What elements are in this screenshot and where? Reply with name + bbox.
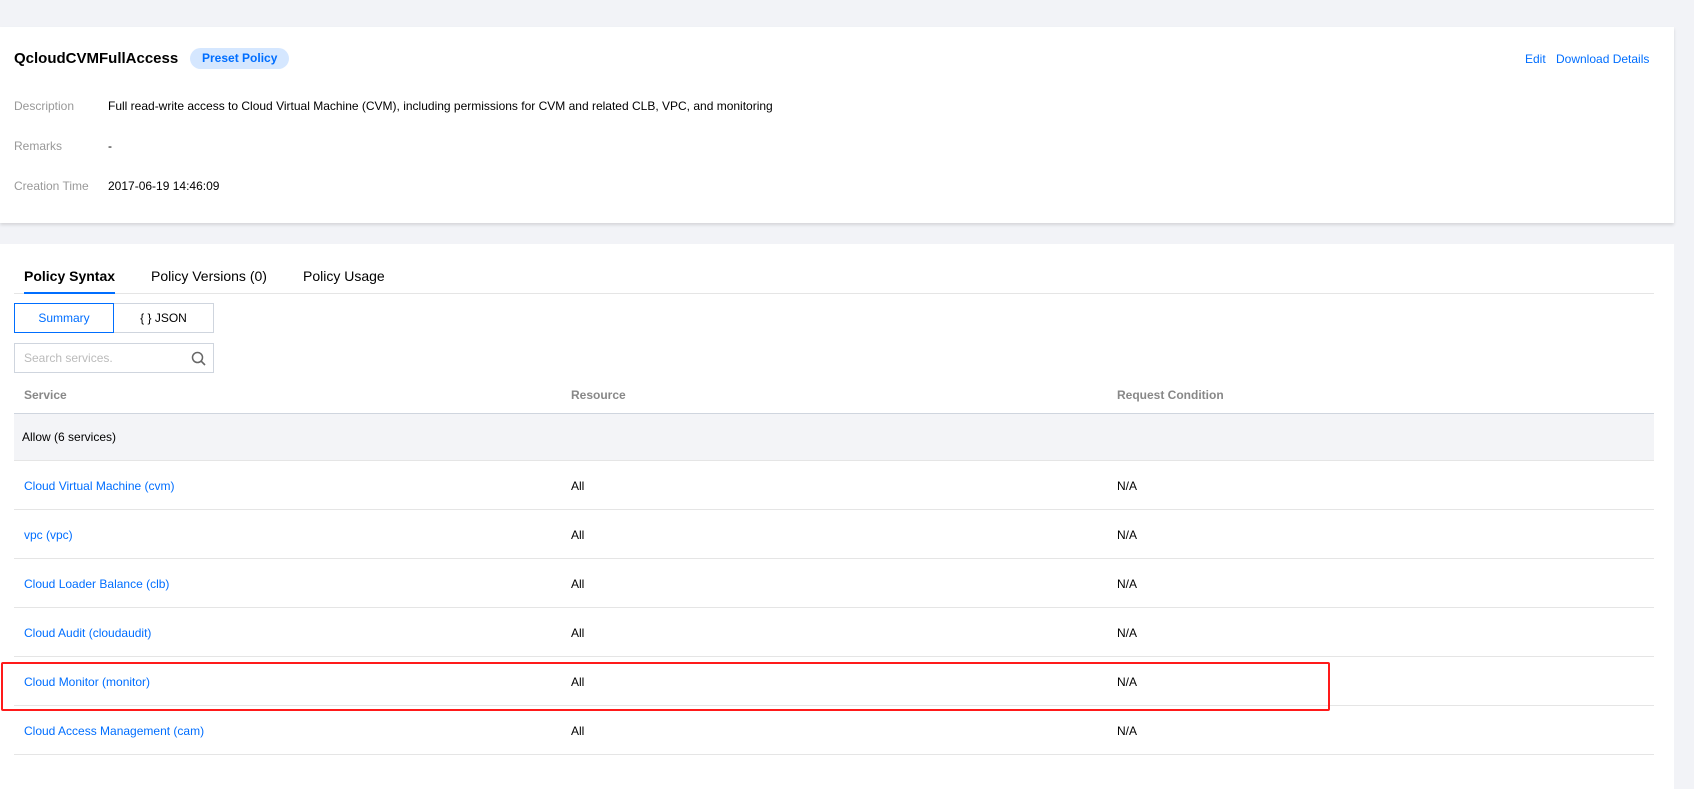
table-row: Cloud Audit (cloudaudit) All N/A: [14, 608, 1654, 657]
table-header: Service Resource Request Condition: [14, 380, 1654, 414]
column-request-condition: Request Condition: [1117, 388, 1224, 402]
view-toggle: Summary { } JSON: [14, 303, 214, 333]
table-row: Cloud Access Management (cam) All N/A: [14, 706, 1654, 755]
condition-cell: N/A: [1117, 626, 1138, 640]
search-input[interactable]: [15, 344, 175, 372]
policy-tabs: Policy Syntax Policy Versions (0) Policy…: [14, 268, 1654, 294]
service-link[interactable]: Cloud Virtual Machine (cvm): [24, 479, 175, 493]
tab-policy-syntax[interactable]: Policy Syntax: [24, 268, 116, 294]
condition-cell: N/A: [1117, 724, 1138, 738]
service-link[interactable]: Cloud Loader Balance (clb): [24, 577, 169, 591]
table-row: Cloud Virtual Machine (cvm) All N/A: [14, 461, 1654, 510]
table-row-highlighted: Cloud Monitor (monitor) All N/A: [14, 657, 1654, 706]
resource-cell: All: [571, 675, 585, 689]
description-label: Description: [14, 99, 75, 113]
condition-cell: N/A: [1117, 577, 1138, 591]
table-row: vpc (vpc) All N/A: [14, 510, 1654, 559]
download-details-link[interactable]: Download Details: [1556, 52, 1649, 66]
resource-cell: All: [571, 724, 585, 738]
policy-name: QcloudCVMFullAccess: [14, 50, 179, 67]
tab-policy-versions[interactable]: Policy Versions (0): [151, 268, 267, 294]
service-link[interactable]: Cloud Audit (cloudaudit): [24, 626, 151, 640]
resource-cell: All: [571, 479, 585, 493]
creation-time-label: Creation Time: [14, 179, 89, 193]
allow-group-row: Allow (6 services): [14, 414, 1654, 461]
services-table: Service Resource Request Condition Allow…: [14, 380, 1654, 755]
summary-view-button[interactable]: Summary: [14, 303, 114, 333]
edit-link[interactable]: Edit: [1525, 52, 1546, 66]
service-link[interactable]: vpc (vpc): [24, 528, 73, 542]
resource-cell: All: [571, 626, 585, 640]
column-service: Service: [24, 388, 67, 402]
service-link[interactable]: Cloud Access Management (cam): [24, 724, 204, 738]
search-icon[interactable]: [191, 351, 206, 371]
description-value: Full read-write access to Cloud Virtual …: [108, 99, 773, 113]
allow-group-label: Allow (6 services): [22, 430, 117, 444]
remarks-value: -: [108, 139, 112, 153]
service-search: [14, 343, 214, 373]
condition-cell: N/A: [1117, 675, 1138, 689]
creation-time-value: 2017-06-19 14:46:09: [108, 179, 220, 193]
resource-cell: All: [571, 577, 585, 591]
remarks-label: Remarks: [14, 139, 63, 153]
preset-policy-badge: Preset Policy: [190, 48, 290, 69]
service-link[interactable]: Cloud Monitor (monitor): [24, 675, 150, 689]
table-row: Cloud Loader Balance (clb) All N/A: [14, 559, 1654, 608]
column-resource: Resource: [571, 388, 626, 402]
resource-cell: All: [571, 528, 585, 542]
json-view-button[interactable]: { } JSON: [114, 303, 214, 333]
tab-policy-usage[interactable]: Policy Usage: [303, 268, 385, 294]
condition-cell: N/A: [1117, 528, 1138, 542]
condition-cell: N/A: [1117, 479, 1138, 493]
